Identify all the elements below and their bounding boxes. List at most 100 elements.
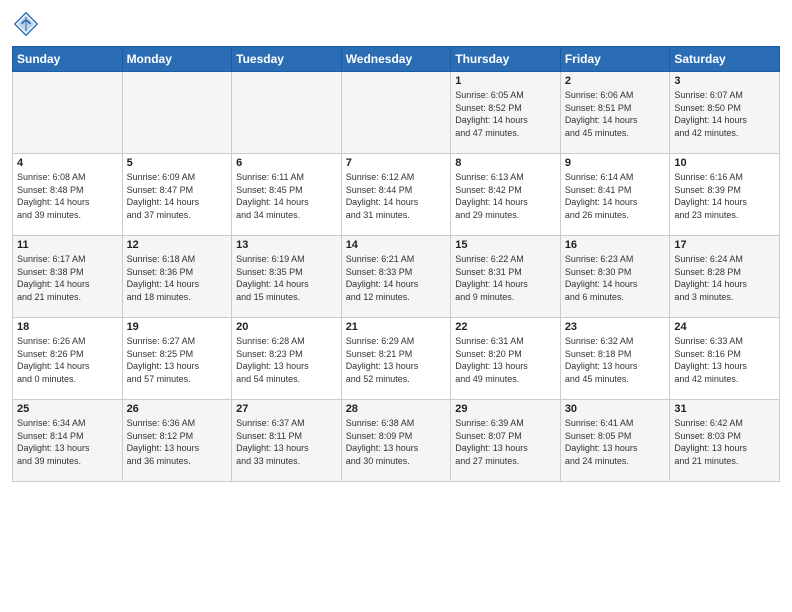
calendar-cell: 20 Sunrise: 6:28 AM Sunset: 8:23 PM Dayli… [232, 318, 342, 400]
calendar-table: SundayMondayTuesdayWednesdayThursdayFrid… [12, 46, 780, 482]
day-info: Sunrise: 6:18 AM Sunset: 8:36 PM Dayligh… [127, 253, 228, 303]
day-number: 20 [236, 321, 337, 333]
calendar-week-2: 4 Sunrise: 6:08 AM Sunset: 8:48 PM Daylig… [13, 154, 780, 236]
weekday-header-monday: Monday [122, 47, 232, 72]
day-info: Sunrise: 6:09 AM Sunset: 8:47 PM Dayligh… [127, 171, 228, 221]
day-info: Sunrise: 6:38 AM Sunset: 8:09 PM Dayligh… [346, 417, 447, 467]
calendar-week-3: 11 Sunrise: 6:17 AM Sunset: 8:38 PM Dayli… [13, 236, 780, 318]
calendar-cell: 4 Sunrise: 6:08 AM Sunset: 8:48 PM Daylig… [13, 154, 123, 236]
day-number: 31 [674, 403, 775, 415]
calendar-cell: 22 Sunrise: 6:31 AM Sunset: 8:20 PM Dayli… [451, 318, 561, 400]
day-info: Sunrise: 6:36 AM Sunset: 8:12 PM Dayligh… [127, 417, 228, 467]
calendar-cell [232, 72, 342, 154]
day-number: 24 [674, 321, 775, 333]
calendar-cell: 9 Sunrise: 6:14 AM Sunset: 8:41 PM Daylig… [560, 154, 670, 236]
calendar-cell: 12 Sunrise: 6:18 AM Sunset: 8:36 PM Dayli… [122, 236, 232, 318]
weekday-header-wednesday: Wednesday [341, 47, 451, 72]
calendar-cell: 29 Sunrise: 6:39 AM Sunset: 8:07 PM Dayli… [451, 400, 561, 482]
day-number: 4 [17, 157, 118, 169]
calendar-cell [13, 72, 123, 154]
calendar-cell: 23 Sunrise: 6:32 AM Sunset: 8:18 PM Dayli… [560, 318, 670, 400]
day-number: 26 [127, 403, 228, 415]
calendar-cell: 14 Sunrise: 6:21 AM Sunset: 8:33 PM Dayli… [341, 236, 451, 318]
day-info: Sunrise: 6:31 AM Sunset: 8:20 PM Dayligh… [455, 335, 556, 385]
day-number: 9 [565, 157, 666, 169]
day-info: Sunrise: 6:12 AM Sunset: 8:44 PM Dayligh… [346, 171, 447, 221]
weekday-header-saturday: Saturday [670, 47, 780, 72]
day-number: 17 [674, 239, 775, 251]
day-info: Sunrise: 6:26 AM Sunset: 8:26 PM Dayligh… [17, 335, 118, 385]
day-number: 18 [17, 321, 118, 333]
day-number: 10 [674, 157, 775, 169]
calendar-cell: 17 Sunrise: 6:24 AM Sunset: 8:28 PM Dayli… [670, 236, 780, 318]
day-info: Sunrise: 6:32 AM Sunset: 8:18 PM Dayligh… [565, 335, 666, 385]
day-number: 15 [455, 239, 556, 251]
calendar-cell: 27Sunrise: 6:37 AM Sunset: 8:11 PM Dayli… [232, 400, 342, 482]
day-info: Sunrise: 6:34 AM Sunset: 8:14 PM Dayligh… [17, 417, 118, 467]
day-info: Sunrise: 6:22 AM Sunset: 8:31 PM Dayligh… [455, 253, 556, 303]
calendar-cell: 21 Sunrise: 6:29 AM Sunset: 8:21 PM Dayli… [341, 318, 451, 400]
calendar-cell: 2 Sunrise: 6:06 AM Sunset: 8:51 PM Daylig… [560, 72, 670, 154]
calendar-cell [122, 72, 232, 154]
calendar-week-5: 25 Sunrise: 6:34 AM Sunset: 8:14 PM Dayli… [13, 400, 780, 482]
day-number: 6 [236, 157, 337, 169]
day-number: 5 [127, 157, 228, 169]
day-info: Sunrise: 6:39 AM Sunset: 8:07 PM Dayligh… [455, 417, 556, 467]
calendar-cell: 25 Sunrise: 6:34 AM Sunset: 8:14 PM Dayli… [13, 400, 123, 482]
calendar-cell: 16 Sunrise: 6:23 AM Sunset: 8:30 PM Dayli… [560, 236, 670, 318]
day-info: Sunrise: 6:16 AM Sunset: 8:39 PM Dayligh… [674, 171, 775, 221]
day-number: 28 [346, 403, 447, 415]
day-info: Sunrise: 6:17 AM Sunset: 8:38 PM Dayligh… [17, 253, 118, 303]
calendar-cell: 10 Sunrise: 6:16 AM Sunset: 8:39 PM Dayli… [670, 154, 780, 236]
calendar-cell: 19 Sunrise: 6:27 AM Sunset: 8:25 PM Dayli… [122, 318, 232, 400]
day-number: 13 [236, 239, 337, 251]
calendar-cell [341, 72, 451, 154]
day-number: 23 [565, 321, 666, 333]
calendar-body: 1 Sunrise: 6:05 AM Sunset: 8:52 PM Daylig… [13, 72, 780, 482]
day-number: 11 [17, 239, 118, 251]
calendar-cell: 13Sunrise: 6:19 AM Sunset: 8:35 PM Dayli… [232, 236, 342, 318]
day-number: 12 [127, 239, 228, 251]
day-number: 27 [236, 403, 337, 415]
calendar-cell: 15 Sunrise: 6:22 AM Sunset: 8:31 PM Dayli… [451, 236, 561, 318]
day-number: 21 [346, 321, 447, 333]
day-number: 19 [127, 321, 228, 333]
calendar-cell: 3Sunrise: 6:07 AM Sunset: 8:50 PM Daylig… [670, 72, 780, 154]
calendar-cell: 28 Sunrise: 6:38 AM Sunset: 8:09 PM Dayli… [341, 400, 451, 482]
calendar-cell: 5 Sunrise: 6:09 AM Sunset: 8:47 PM Daylig… [122, 154, 232, 236]
day-info: Sunrise: 6:06 AM Sunset: 8:51 PM Dayligh… [565, 89, 666, 139]
day-number: 7 [346, 157, 447, 169]
day-info: Sunrise: 6:23 AM Sunset: 8:30 PM Dayligh… [565, 253, 666, 303]
day-info: Sunrise: 6:11 AM Sunset: 8:45 PM Dayligh… [236, 171, 337, 221]
header [12, 10, 780, 38]
logo [12, 10, 44, 38]
day-info: Sunrise: 6:21 AM Sunset: 8:33 PM Dayligh… [346, 253, 447, 303]
day-number: 16 [565, 239, 666, 251]
logo-icon [12, 10, 40, 38]
weekday-header-tuesday: Tuesday [232, 47, 342, 72]
day-info: Sunrise: 6:08 AM Sunset: 8:48 PM Dayligh… [17, 171, 118, 221]
calendar-cell: 31Sunrise: 6:42 AM Sunset: 8:03 PM Dayli… [670, 400, 780, 482]
day-number: 29 [455, 403, 556, 415]
calendar-cell: 26 Sunrise: 6:36 AM Sunset: 8:12 PM Dayli… [122, 400, 232, 482]
day-info: Sunrise: 6:24 AM Sunset: 8:28 PM Dayligh… [674, 253, 775, 303]
day-number: 25 [17, 403, 118, 415]
day-info: Sunrise: 6:28 AM Sunset: 8:23 PM Dayligh… [236, 335, 337, 385]
calendar-cell: 7 Sunrise: 6:12 AM Sunset: 8:44 PM Daylig… [341, 154, 451, 236]
day-number: 2 [565, 75, 666, 87]
calendar-cell: 18 Sunrise: 6:26 AM Sunset: 8:26 PM Dayli… [13, 318, 123, 400]
calendar-cell: 8Sunrise: 6:13 AM Sunset: 8:42 PM Daylig… [451, 154, 561, 236]
day-info: Sunrise: 6:27 AM Sunset: 8:25 PM Dayligh… [127, 335, 228, 385]
weekday-header-row: SundayMondayTuesdayWednesdayThursdayFrid… [13, 47, 780, 72]
day-number: 3 [674, 75, 775, 87]
day-number: 1 [455, 75, 556, 87]
day-info: Sunrise: 6:41 AM Sunset: 8:05 PM Dayligh… [565, 417, 666, 467]
day-info: Sunrise: 6:05 AM Sunset: 8:52 PM Dayligh… [455, 89, 556, 139]
calendar-header: SundayMondayTuesdayWednesdayThursdayFrid… [13, 47, 780, 72]
calendar-cell: 1 Sunrise: 6:05 AM Sunset: 8:52 PM Daylig… [451, 72, 561, 154]
calendar-cell: 6 Sunrise: 6:11 AM Sunset: 8:45 PM Daylig… [232, 154, 342, 236]
day-number: 22 [455, 321, 556, 333]
day-info: Sunrise: 6:29 AM Sunset: 8:21 PM Dayligh… [346, 335, 447, 385]
day-info: Sunrise: 6:14 AM Sunset: 8:41 PM Dayligh… [565, 171, 666, 221]
day-number: 14 [346, 239, 447, 251]
